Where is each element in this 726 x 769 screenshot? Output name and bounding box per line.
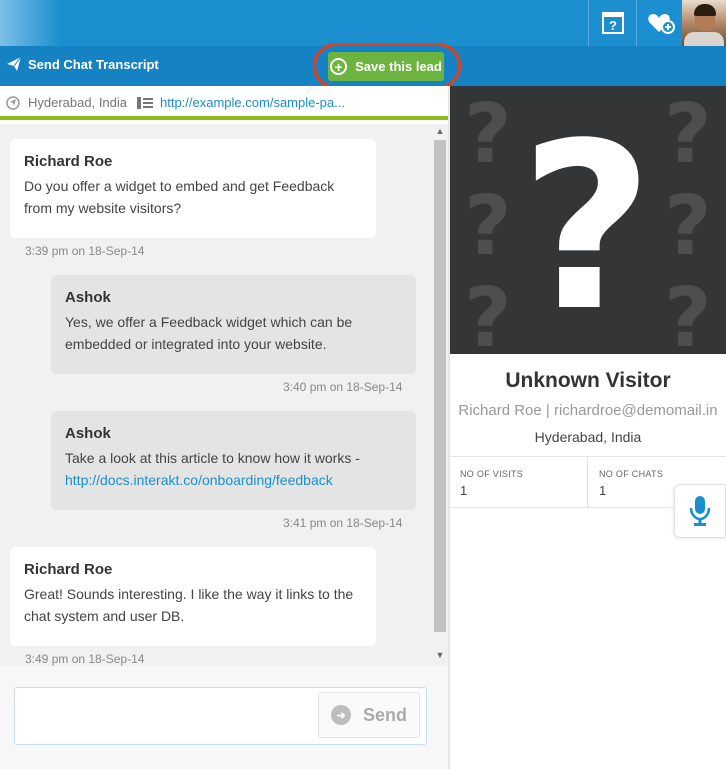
chat-transcript[interactable]: Richard Roe Do you offer a widget to emb… [0, 124, 432, 666]
location-icon [6, 95, 20, 110]
message-composer: ➜ Send [0, 666, 448, 769]
message-agent: Ashok Take a look at this article to kno… [51, 411, 416, 510]
send-label: Send [362, 704, 407, 725]
message-time: 3:41 pm on 18-Sep-14 [283, 516, 403, 530]
message-visitor: Richard Roe Great! Sounds interesting. I… [10, 547, 376, 646]
scroll-up-arrow[interactable]: ▲ [432, 126, 448, 140]
help-button[interactable]: ? [588, 0, 636, 46]
question-mark-icon: ? [464, 87, 512, 182]
stat-label: NO OF CHATS [599, 469, 664, 479]
avatar-hair [694, 4, 716, 16]
message-sender: Ashok [65, 425, 111, 442]
visitor-panel: ? ? ? ? ? ? ? Unknown Visitor Richard Ro… [450, 86, 726, 769]
location-text: Hyderabad, India [28, 95, 128, 110]
message-sender: Richard Roe [24, 561, 113, 578]
stat-label: NO OF VISITS [460, 469, 524, 479]
message-link[interactable]: http://docs.interakt.co/onboarding/feedb… [65, 472, 333, 488]
question-mark-icon: ? [664, 87, 712, 182]
message-sender: Ashok [65, 289, 111, 306]
scroll-thumb[interactable] [434, 140, 446, 632]
save-lead-highlight [313, 43, 461, 89]
visitor-city: Hyderabad, India [534, 429, 642, 445]
avatar-shirt [684, 32, 724, 46]
voice-button[interactable] [674, 484, 726, 538]
message-text-line: Yes, we offer a Feedback widget which ca… [65, 314, 353, 330]
question-mark-icon: ? [464, 179, 512, 274]
question-mark-large-icon: ? [520, 95, 654, 354]
message-text-line: from my website visitors? [24, 200, 182, 216]
stat-value: 1 [460, 483, 468, 498]
chat-scrollbar[interactable]: ▲ ▼ [432, 124, 448, 666]
visitor-name-email: Richard Roe | richardroe@demomail.in [458, 402, 718, 419]
send-arrow-icon: ➜ [330, 705, 351, 725]
message-text-line: chat system and user DB. [24, 608, 185, 624]
send-transcript-label: Send Chat Transcript [28, 56, 159, 72]
message-visitor: Richard Roe Do you offer a widget to emb… [10, 139, 376, 238]
scroll-down-arrow[interactable]: ▼ [432, 650, 448, 664]
microphone-icon [689, 496, 711, 526]
visitor-info-bar: Hyderabad, India http://example.com/samp… [0, 86, 448, 120]
favorite-button[interactable] [636, 0, 684, 46]
location-info: Hyderabad, India [6, 95, 127, 110]
question-mark-icon: ? [664, 271, 712, 355]
message-text-line: Do you offer a widget to embed and get F… [24, 178, 335, 194]
page-icon [137, 96, 153, 109]
send-transcript-button[interactable]: Send Chat Transcript [6, 56, 159, 72]
visitor-avatar-placeholder: ? ? ? ? ? ? ? [450, 86, 726, 354]
message-agent: Ashok Yes, we offer a Feedback widget wh… [51, 275, 416, 374]
message-time: 3:39 pm on 18-Sep-14 [25, 244, 145, 258]
send-button[interactable]: ➜ Send [318, 692, 420, 738]
message-text-line: embedded or integrated into your website… [65, 336, 327, 352]
page-url[interactable]: http://example.com/sample-pa... [137, 95, 345, 110]
paper-plane-icon [7, 56, 22, 71]
page-url-text[interactable]: http://example.com/sample-pa... [160, 95, 345, 110]
stat-visits: NO OF VISITS 1 [450, 457, 588, 508]
message-time: 3:49 pm on 18-Sep-14 [25, 652, 145, 666]
question-mark-icon: ? [664, 179, 712, 274]
message-text: Take a look at this article to know how … [65, 450, 360, 466]
message-time: 3:40 pm on 18-Sep-14 [283, 380, 403, 394]
question-mark-icon: ? [464, 271, 512, 355]
visitor-title: Unknown Visitor [505, 369, 671, 392]
top-bar-fade [0, 0, 60, 46]
avatar[interactable] [682, 0, 726, 46]
message-text-line: Great! Sounds interesting. I like the wa… [24, 586, 354, 602]
favorite-add-icon [647, 14, 675, 34]
message-sender: Richard Roe [24, 153, 113, 170]
top-bar: ? [0, 0, 726, 46]
help-icon: ? [601, 12, 624, 34]
svg-text:?: ? [609, 18, 617, 33]
